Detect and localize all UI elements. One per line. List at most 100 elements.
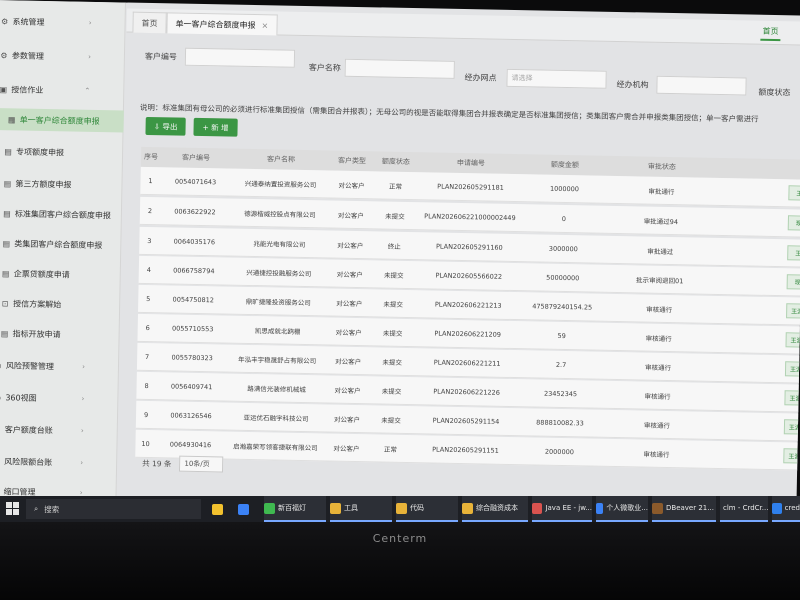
table-cell: 475879240154.25 [532,301,593,312]
monitor-screen: ⚙ 系统管理 › ⚙ 参数管理 › ▣ 授信作业 ⌃ ▦ 单一客户综合额度申报 ▤ 专项额度申报 ▤ 第三方… [0,0,800,516]
branch-select[interactable]: 请选择 [506,68,607,89]
table-cell: 启瀚嘉荣写领客捷联有限公司 [233,442,318,452]
windows-start-icon[interactable] [6,502,19,515]
wechat-work-icon [264,502,275,514]
taskbar-app-label: 新百福灯 [278,504,306,512]
taskbar-app[interactable]: 代码 [396,496,458,522]
taskbar-app-label: Java EE - jw... [545,504,592,512]
taskbar-app[interactable]: clm - CrdCr... [720,496,768,522]
table-cell: 对公客户 [333,444,360,453]
chevron-icon: › [88,52,92,61]
page-size-select[interactable]: 10条/页 [179,455,224,473]
taskbar-app-label: 个人微歌业... [606,504,648,512]
table-cell: 2000000 [544,447,574,456]
total-count: 共 19 条 [142,458,172,468]
chrome-icon [212,503,223,515]
sidebar-item[interactable]: ▣风险限额台账 › [0,450,117,475]
table-cell: 正常 [388,182,403,191]
quota-table: 序号 客户编号 客户名称 客户类型 额度状态 申请编号 额度金额 审批状态 1 00540716… [135,146,800,471]
sidebar-item[interactable]: ▤ 企票贷额度申请 [0,262,121,287]
row-action-button[interactable]: 现 [787,215,800,231]
sidebar-item[interactable]: ⚙ 系统管理 › [0,10,126,35]
row-action-button[interactable]: 王源 [783,448,800,464]
taskbar-app[interactable]: Java EE - jw... [532,496,592,522]
taskbar-app[interactable] [212,496,234,522]
sidebar: ⚙ 系统管理 › ⚙ 参数管理 › ▣ 授信作业 ⌃ ▦ 单一客户综合额度申报 ▤ 专项额度申报 ▤ 第三方… [0,0,126,503]
table-cell: 亚运优石融宇科技公司 [243,413,309,423]
table-cell: 0064035176 [173,236,216,246]
table-cell: 7 [145,352,150,361]
customer-name-input[interactable] [344,58,455,79]
sidebar-item-label: 单一客户综合额度申报 [19,115,100,126]
table-cell: 0055780323 [171,352,213,362]
sidebar-item[interactable]: ◎360视图 › [0,386,119,411]
taskbar-app[interactable]: cred [772,496,800,522]
row-action-button[interactable]: 王源 [784,390,800,406]
row-action-button[interactable]: 王 [787,245,800,261]
tab-home-right[interactable]: 首页 [760,23,781,42]
sidebar-item[interactable]: ◉风险预警管理 › [0,354,119,379]
gear-icon: ⚙ [0,16,9,26]
close-icon[interactable]: × [261,21,268,30]
taskbar-app-label: clm - CrdCr... [723,504,769,512]
table-cell: 1 [148,176,153,185]
table-cell: 0064930416 [169,439,212,449]
export-button[interactable]: ⇩ 导出 [145,116,186,136]
taskbar-app[interactable]: 工具 [330,496,392,522]
sidebar-item[interactable]: ▣ 授信作业 ⌃ [0,78,124,103]
row-action-button[interactable]: 王 [788,185,800,201]
add-button[interactable]: + 新 增 [193,117,238,137]
column-header: 申请编号 [456,158,486,168]
shield-icon: ◉ [0,361,3,370]
tab-bar: 首页 单一客户综合额度申报 × 首页 [126,8,800,46]
table-cell: PLAN202605291181 [437,182,504,192]
table-cell: 9 [143,410,149,419]
taskbar-app-label: DBeaver 21... [666,504,714,512]
lock-icon: ⊡ [1,298,9,308]
sidebar-item-label: 授信作业 [11,84,44,95]
sidebar-item[interactable]: ▤ 类集团客户综合额度申报 [0,232,122,257]
sidebar-item[interactable]: ▤ 专项额度申报 [0,140,123,165]
taskbar-app[interactable]: DBeaver 21... [652,496,716,522]
column-header: 客户名称 [266,155,296,164]
tab-single-customer-quota[interactable]: 单一客户综合额度申报 × [166,12,278,36]
sidebar-item[interactable]: ▣客户额度台账 › [0,418,118,443]
taskbar-app[interactable]: 新百福灯 [264,496,326,522]
table-cell: PLAN202605291154 [432,416,500,426]
sidebar-item[interactable]: ▤ 指标开放申请 [0,322,120,347]
pagination: 共 19 条 10条/页 [142,455,224,473]
ledger-icon: ▣ [0,425,2,434]
monitor-brand: Centerm [372,532,428,545]
sidebar-item[interactable]: ▤ 标准集团客户综合额度申报 [0,202,122,227]
customer-no-input[interactable] [184,47,296,68]
row-action-button[interactable]: 现 [786,274,800,290]
search-icon: ⌕ [34,504,39,513]
sidebar-item[interactable]: ▤ 第三方额度申报 [0,172,123,197]
row-action-button[interactable]: 王源 [785,332,800,348]
table-cell: 3 [147,236,152,245]
sidebar-item[interactable]: ⊡ 授信方案解始 [0,292,120,317]
sidebar-item[interactable]: ▦ 单一客户综合额度申报 [0,107,124,133]
row-action-button[interactable]: 王源 [783,419,800,435]
column-header: 额度金额 [550,160,580,170]
row-action-button[interactable]: 王源 [784,361,800,377]
doc-icon: ▤ [1,268,10,278]
column-header: 额度状态 [381,157,411,167]
taskbar-app[interactable] [238,496,260,522]
table-cell: 对公客户 [336,270,363,279]
sidebar-item-label: 360视图 [5,392,37,403]
tab-label: 单一客户综合额度申报 [175,18,256,30]
bank-input[interactable] [656,75,747,96]
doc-icon: ▤ [3,178,12,188]
table-cell: 对公客户 [337,241,364,250]
taskbar-app[interactable]: 综合融资成本 [462,496,528,522]
taskbar-app[interactable]: 个人微歌业... [596,496,648,522]
tab-home[interactable]: 首页 [132,11,167,34]
taskbar-search[interactable]: ⌕ 搜索 [26,499,201,519]
row-action-button[interactable]: 王源 [786,303,800,319]
table-cell: 审核通行 [645,334,672,343]
sidebar-item[interactable]: ⚙ 参数管理 › [0,44,125,69]
folder-icon: ▣ [0,487,1,496]
branch-label: 经办网点 [464,73,497,83]
table-cell: 5 [146,294,151,303]
